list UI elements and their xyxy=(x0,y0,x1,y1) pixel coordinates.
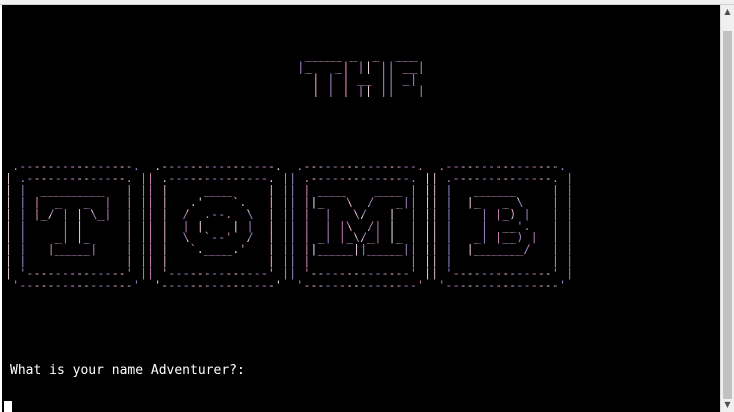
scroll-down-icon[interactable]: ▼ xyxy=(721,398,734,412)
scrollbar-thumb[interactable] xyxy=(723,31,732,399)
tomb-ascii-art: .----------------. .----------------. .-… xyxy=(5,159,574,293)
text-cursor xyxy=(4,401,12,412)
terminal-screen[interactable]: _____ _ _ ___ |_ _| || || __| | | | __ |… xyxy=(2,5,720,412)
scroll-up-icon[interactable]: ▲ xyxy=(721,5,734,19)
title-ascii-art: _____ _ _ ___ |_ _| || || __| | | | __ |… xyxy=(282,48,425,97)
prompt-text: What is your name Adventurer?: xyxy=(10,363,245,378)
vertical-scrollbar[interactable]: ▲ ▼ xyxy=(720,5,734,412)
app-window: _____ _ _ ___ |_ _| || || __| | | | __ |… xyxy=(0,0,734,412)
name-prompt: What is your name Adventurer?: xyxy=(10,363,245,379)
